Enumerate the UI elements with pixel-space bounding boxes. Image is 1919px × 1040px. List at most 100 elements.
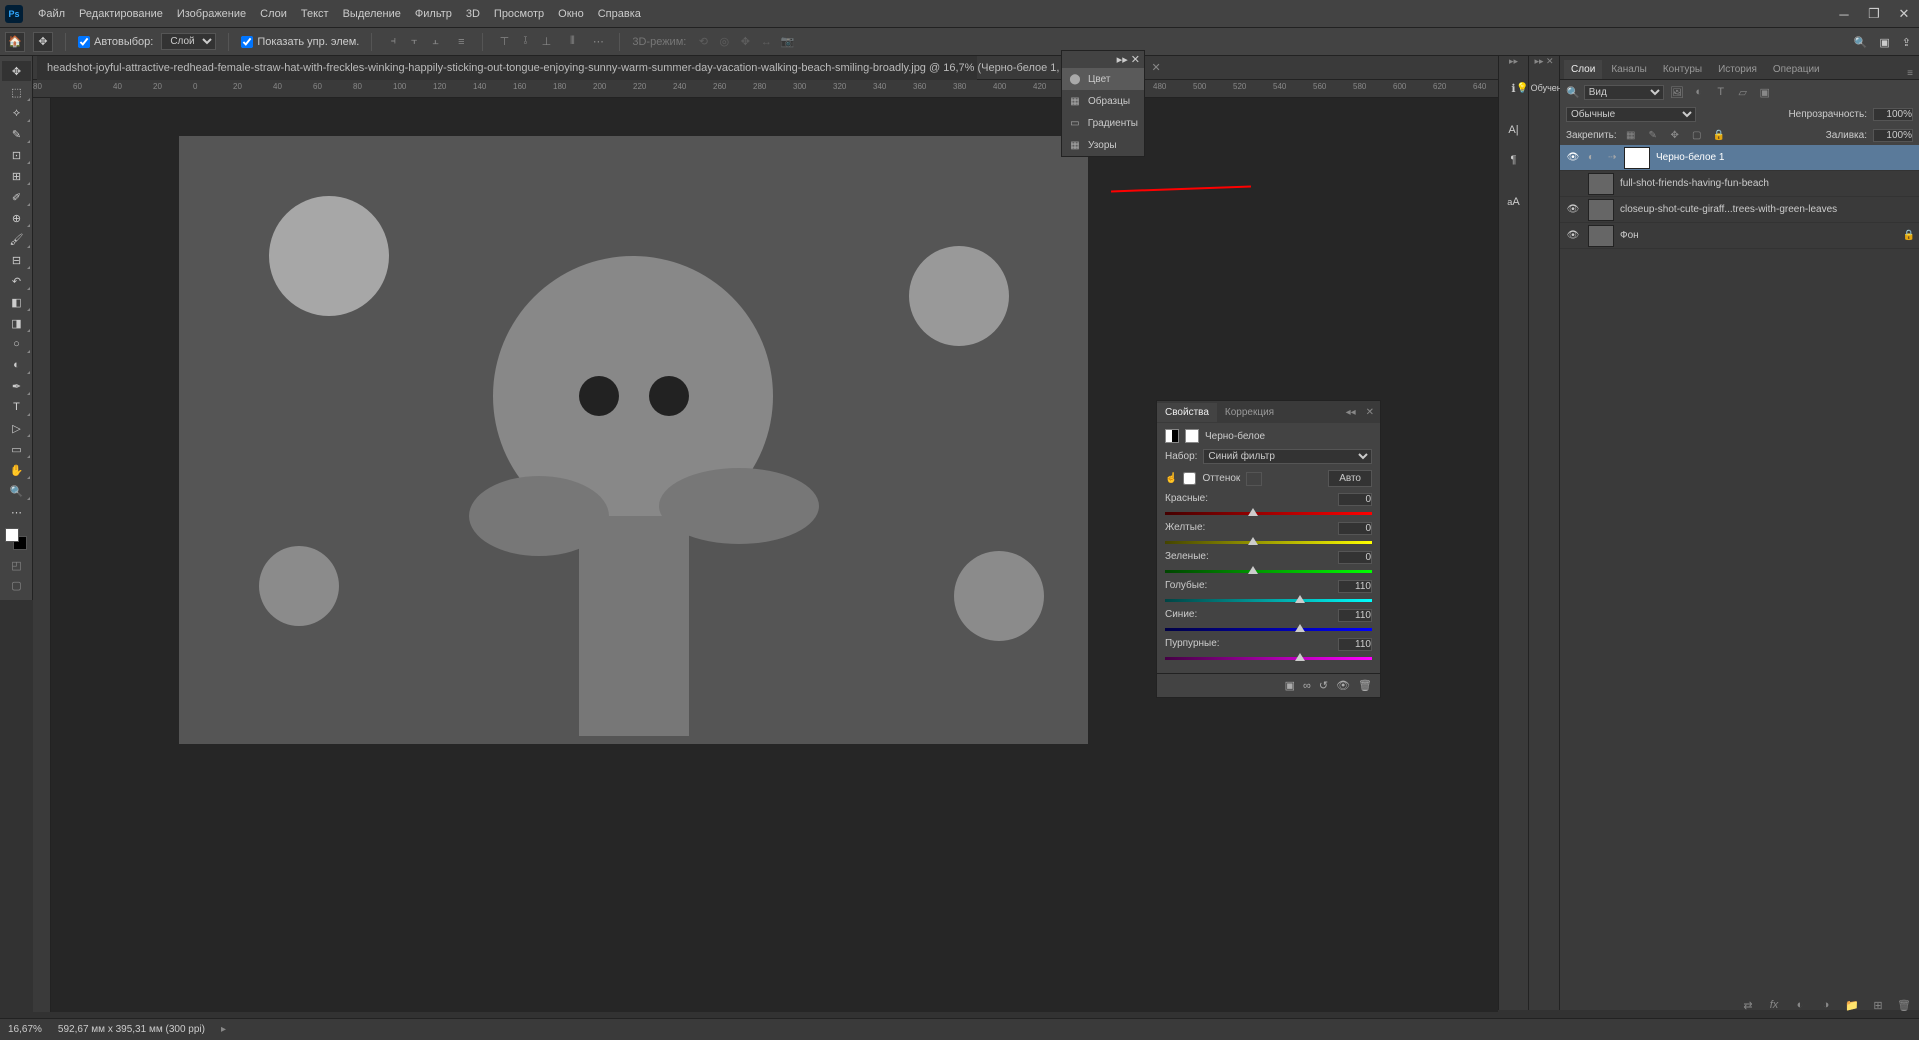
- delete-adjustment-icon[interactable]: 🗑: [1358, 679, 1372, 692]
- align-right-icon[interactable]: ⫠: [426, 33, 444, 51]
- tab-properties[interactable]: Свойства: [1157, 403, 1217, 422]
- fg-bg-colors[interactable]: [5, 528, 27, 550]
- filter-smart-icon[interactable]: ▣: [1756, 83, 1774, 101]
- blur-tool[interactable]: ○: [2, 334, 31, 354]
- align-top-icon[interactable]: ⊤: [495, 33, 513, 51]
- filter-image-icon[interactable]: 🖼: [1668, 83, 1686, 101]
- layer-mask-icon[interactable]: ◐: [1791, 996, 1809, 1014]
- panel-tab[interactable]: Каналы: [1604, 60, 1654, 79]
- panel-close-icon[interactable]: ✕: [1360, 407, 1380, 418]
- expand-strip-icon[interactable]: ▸▸ ✕: [1529, 56, 1559, 70]
- maximize-button[interactable]: ❐: [1859, 0, 1889, 28]
- layer-row[interactable]: 👁 closeup-shot-cute-giraff...trees-with-g…: [1560, 197, 1919, 223]
- link-layers-icon[interactable]: ⇄: [1739, 996, 1757, 1014]
- panel-menu-icon[interactable]: ≡: [1901, 68, 1919, 79]
- menu-Фильтр[interactable]: Фильтр: [408, 8, 459, 20]
- delete-layer-icon[interactable]: 🗑: [1895, 996, 1913, 1014]
- slider-track[interactable]: [1165, 624, 1372, 634]
- panel-collapse-icon[interactable]: ◂◂: [1342, 407, 1360, 418]
- lock-move-icon[interactable]: ✥: [1667, 127, 1683, 143]
- minimize-button[interactable]: ─: [1829, 0, 1859, 28]
- marquee-tool[interactable]: ⬚: [2, 82, 31, 102]
- toggle-visibility-icon[interactable]: 👁: [1336, 679, 1350, 692]
- filter-type-icon[interactable]: T: [1712, 83, 1730, 101]
- clip-to-layer-icon[interactable]: ▣: [1285, 679, 1295, 692]
- lock-all-icon[interactable]: 🔒: [1711, 127, 1727, 143]
- lock-position-icon[interactable]: ✎: [1645, 127, 1661, 143]
- show-transform-controls[interactable]: Показать упр. элем.: [241, 36, 359, 48]
- menu-Окно[interactable]: Окно: [551, 8, 591, 20]
- layer-row[interactable]: 👁Фон🔒: [1560, 223, 1919, 249]
- slider-value-input[interactable]: [1338, 609, 1372, 622]
- paragraph-panel-icon[interactable]: ¶: [1499, 148, 1528, 172]
- tint-color-swatch[interactable]: [1246, 472, 1262, 486]
- close-tab-icon[interactable]: ✕: [1151, 61, 1160, 74]
- menu-Текст[interactable]: Текст: [294, 8, 336, 20]
- slider-track[interactable]: [1165, 595, 1372, 605]
- layer-filter-type[interactable]: Вид: [1584, 85, 1664, 100]
- panel-tab[interactable]: История: [1711, 60, 1764, 79]
- menu-Изображение[interactable]: Изображение: [170, 8, 253, 20]
- crop-tool[interactable]: ⊡: [2, 145, 31, 165]
- shape-tool[interactable]: ▭: [2, 439, 31, 459]
- screen-mode-icon[interactable]: ▢: [2, 576, 31, 594]
- filter-adjust-icon[interactable]: ◐: [1690, 83, 1708, 101]
- healing-brush-tool[interactable]: ⊕: [2, 208, 31, 228]
- new-layer-icon[interactable]: ⊞: [1869, 996, 1887, 1014]
- menu-Просмотр[interactable]: Просмотр: [487, 8, 551, 20]
- tab-adjustments[interactable]: Коррекция: [1217, 403, 1282, 422]
- panel-tab[interactable]: Контуры: [1656, 60, 1709, 79]
- slider-value-input[interactable]: [1338, 551, 1372, 564]
- path-select-tool[interactable]: ▷: [2, 418, 31, 438]
- preset-select[interactable]: Синий фильтр: [1203, 449, 1372, 464]
- search-icon[interactable]: 🔍: [1854, 36, 1868, 49]
- glyphs-panel-icon[interactable]: aA: [1499, 190, 1528, 214]
- eyedropper-tool[interactable]: ✐: [2, 187, 31, 207]
- fill-input[interactable]: [1873, 129, 1913, 142]
- menu-Редактирование[interactable]: Редактирование: [72, 8, 170, 20]
- brush-tool[interactable]: 🖌: [2, 229, 31, 249]
- view-previous-icon[interactable]: ∞: [1303, 680, 1311, 692]
- visibility-icon[interactable]: 👁: [1564, 204, 1582, 215]
- layer-row[interactable]: 👁◐⇢Черно-белое 1: [1560, 145, 1919, 171]
- visibility-icon[interactable]: 👁: [1564, 230, 1582, 241]
- share-icon[interactable]: ⇪: [1902, 36, 1911, 49]
- flyout-item[interactable]: ▦Узоры: [1062, 134, 1144, 156]
- hand-tool[interactable]: ✋: [2, 460, 31, 480]
- slider-track[interactable]: [1165, 537, 1372, 547]
- quick-select-tool[interactable]: ✎: [2, 124, 31, 144]
- align-bottom-icon[interactable]: ⊥: [537, 33, 555, 51]
- flyout-item[interactable]: ▭Градиенты: [1062, 112, 1144, 134]
- workspace-icon[interactable]: ▣: [1879, 36, 1889, 49]
- hand-scrubby-icon[interactable]: ☝: [1165, 473, 1177, 484]
- menu-Файл[interactable]: Файл: [31, 8, 72, 20]
- slider-value-input[interactable]: [1338, 638, 1372, 651]
- blend-mode-select[interactable]: Обычные: [1566, 107, 1696, 122]
- type-tool[interactable]: T: [2, 397, 31, 417]
- slider-track[interactable]: [1165, 653, 1372, 663]
- lasso-tool[interactable]: ⟡: [2, 103, 31, 123]
- more-options-icon[interactable]: ⋯: [589, 33, 607, 51]
- slider-value-input[interactable]: [1338, 493, 1372, 506]
- layer-name[interactable]: Черно-белое 1: [1656, 152, 1915, 163]
- layer-thumb[interactable]: [1588, 199, 1614, 221]
- edit-toolbar[interactable]: ⋯: [2, 502, 31, 522]
- flyout-collapse-icon[interactable]: ▸▸ ✕: [1062, 51, 1144, 68]
- opacity-input[interactable]: [1873, 108, 1913, 121]
- expand-strip-icon[interactable]: ▸▸: [1499, 56, 1528, 70]
- slider-track[interactable]: [1165, 566, 1372, 576]
- layer-name[interactable]: closeup-shot-cute-giraff...trees-with-gr…: [1620, 204, 1915, 215]
- distribute-v-icon[interactable]: ⦀: [563, 33, 581, 51]
- close-button[interactable]: ✕: [1889, 0, 1919, 28]
- character-panel-icon[interactable]: A|: [1499, 118, 1528, 142]
- menu-Справка[interactable]: Справка: [591, 8, 648, 20]
- auto-select-toggle[interactable]: Автовыбор:: [78, 36, 153, 48]
- layer-mask-thumb[interactable]: [1624, 147, 1650, 169]
- layer-name[interactable]: Фон: [1620, 230, 1897, 241]
- slider-value-input[interactable]: [1338, 522, 1372, 535]
- quick-mask-icon[interactable]: ◰: [2, 556, 31, 574]
- lock-pixels-icon[interactable]: ▦: [1623, 127, 1639, 143]
- panel-tab[interactable]: Операции: [1766, 60, 1827, 79]
- layer-row[interactable]: full-shot-friends-having-fun-beach: [1560, 171, 1919, 197]
- slider-track[interactable]: [1165, 508, 1372, 518]
